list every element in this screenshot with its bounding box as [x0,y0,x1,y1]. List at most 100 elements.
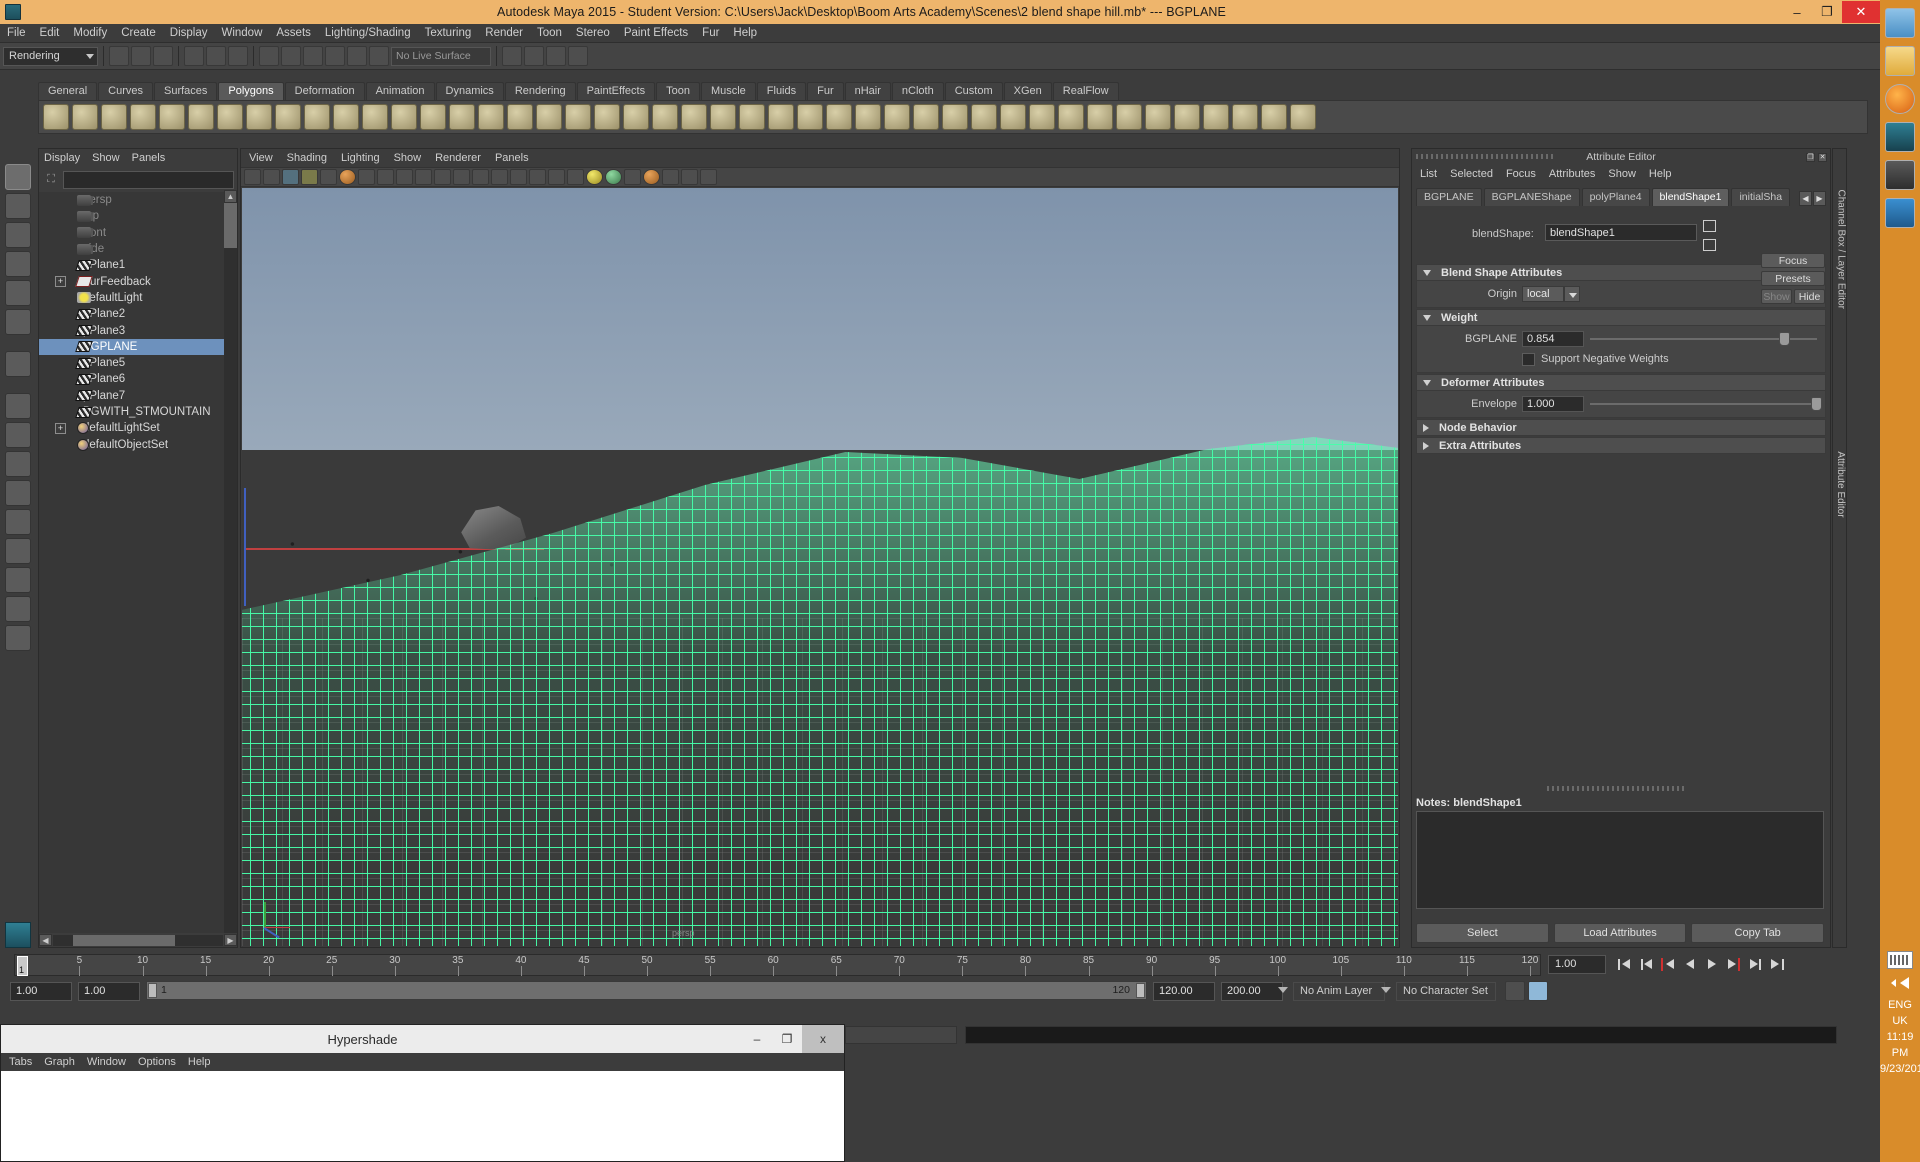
viewport-menu-lighting[interactable]: Lighting [341,152,380,164]
hypershade-maximize-button[interactable]: ❐ [772,1025,802,1053]
shelf-tab-polygons[interactable]: Polygons [218,82,284,100]
time-cursor[interactable]: 1 [17,956,28,976]
range-slider-bar[interactable]: 1 120 [146,981,1147,1000]
snap-to-grid-icon[interactable] [259,46,279,66]
section-header[interactable]: Node Behavior [1416,419,1826,436]
menu-item-help[interactable]: Help [726,25,764,41]
outliner-item-pplane5[interactable]: pPlane5 [39,355,237,371]
layout-four-view-icon[interactable] [5,422,31,448]
planar-mapping-icon[interactable] [1174,104,1200,130]
range-left-handle[interactable] [148,983,157,998]
select-camera-icon[interactable] [244,169,261,185]
combine-icon[interactable] [420,104,446,130]
outliner-search-input[interactable] [63,170,234,189]
command-input-field[interactable] [845,1026,957,1044]
gate-mask-icon[interactable] [396,169,413,185]
select-by-object-icon[interactable] [206,46,226,66]
polygon-pyramid-icon[interactable] [246,104,272,130]
split-polygon-icon[interactable] [710,104,736,130]
polygon-plane-icon[interactable] [159,104,185,130]
shelf-tab-fluids[interactable]: Fluids [756,82,807,100]
photoshop-icon[interactable] [1885,198,1915,228]
automatic-mapping-icon[interactable] [1261,104,1287,130]
hypershade-close-button[interactable]: x [802,1025,844,1053]
outliner-item-pplane3[interactable]: pPlane3 [39,322,237,338]
outliner-item-persp[interactable]: persp [39,192,237,208]
render-view-icon[interactable] [502,46,522,66]
scrollbar-thumb[interactable] [73,934,176,946]
attribute-editor-menu-show[interactable]: Show [1608,168,1636,180]
attribute-editor-dock-label[interactable]: Attribute Editor [1835,447,1846,522]
menu-item-paint-effects[interactable]: Paint Effects [617,25,695,41]
harden-edge-icon[interactable] [1116,104,1142,130]
viewport-menu-shading[interactable]: Shading [287,152,327,164]
save-scene-icon[interactable] [153,46,173,66]
scale-tool-icon[interactable] [5,309,31,335]
viewport-menu-view[interactable]: View [249,152,273,164]
outliner-menu-panels[interactable]: Panels [132,152,166,164]
slider-knob[interactable] [1779,332,1791,346]
menu-item-window[interactable]: Window [214,25,269,41]
triangle-down-icon[interactable] [1423,269,1431,276]
step-forward-key-icon[interactable] [1724,955,1744,974]
go-to-start-icon[interactable] [1614,955,1634,974]
menu-item-lighting-shading[interactable]: Lighting/Shading [318,25,418,41]
connect-components-icon[interactable] [855,104,881,130]
panel-close-icon[interactable]: ✕ [1818,152,1827,162]
spherical-mapping-icon[interactable] [1232,104,1258,130]
viewport-menu-show[interactable]: Show [394,152,422,164]
step-forward-frame-icon[interactable] [1746,955,1766,974]
attribute-editor-menu-focus[interactable]: Focus [1506,168,1536,180]
region-indicator[interactable]: UK [1880,1013,1920,1029]
scrollbar-track[interactable] [53,934,223,946]
key-lock-icon[interactable] [1505,981,1525,1001]
all-lights-icon[interactable] [605,169,622,185]
snap-to-point-icon[interactable] [303,46,323,66]
menu-item-stereo[interactable]: Stereo [569,25,617,41]
language-indicator[interactable]: ENG [1880,997,1920,1013]
shelf-tab-animation[interactable]: Animation [365,82,435,100]
open-scene-icon[interactable] [131,46,151,66]
shelf-tab-curves[interactable]: Curves [98,82,153,100]
polygon-cube-icon[interactable] [72,104,98,130]
range-start-field[interactable]: 1.00 [10,981,72,1001]
step-back-key-icon[interactable] [1658,955,1678,974]
maximize-button[interactable]: ❐ [1812,1,1842,23]
new-scene-icon[interactable] [109,46,129,66]
close-button[interactable]: ✕ [1842,1,1880,23]
anim-layer-chevron-icon[interactable] [1278,987,1288,993]
attribute-editor-menu-help[interactable]: Help [1649,168,1672,180]
transfer-attributes-icon[interactable] [1290,104,1316,130]
duplicate-face-icon[interactable] [826,104,852,130]
shelf-tab-ncloth[interactable]: nCloth [891,82,944,100]
speaker-icon[interactable] [1900,977,1909,989]
layout-hypershade-icon[interactable] [5,509,31,535]
menu-item-texturing[interactable]: Texturing [418,25,479,41]
polygon-cone-icon[interactable] [130,104,156,130]
select-by-component-icon[interactable] [228,46,248,66]
cut-faces-icon[interactable] [739,104,765,130]
aa-icon[interactable] [624,169,641,185]
viewport-menu-renderer[interactable]: Renderer [435,152,481,164]
shadows-icon[interactable] [567,169,584,185]
shelf-tab-dynamics[interactable]: Dynamics [435,82,504,100]
polygon-pipe-icon[interactable] [275,104,301,130]
menu-item-file[interactable]: File [0,25,33,41]
outliner-item-top[interactable]: top [39,208,237,224]
mirror-geometry-icon[interactable] [1029,104,1055,130]
menu-set-dropdown[interactable]: Rendering [3,46,98,66]
tab-scroll-left-icon[interactable]: ◀ [1799,191,1812,206]
smooth-shade-icon[interactable] [472,169,489,185]
polygon-platonic-icon[interactable] [362,104,388,130]
section-header[interactable]: Weight [1416,309,1826,326]
cylindrical-mapping-icon[interactable] [1203,104,1229,130]
playback-start-field[interactable]: 1.00 [78,981,140,1001]
viewport-3d-canvas[interactable]: persp [242,188,1398,946]
clock-time[interactable]: 11:19 PM [1880,1029,1920,1061]
outliner-item-front[interactable]: front [39,225,237,241]
viewport-menu-panels[interactable]: Panels [495,152,529,164]
outliner-item-furfeedback[interactable]: + FurFeedback [39,273,237,289]
triangulate-icon[interactable] [971,104,997,130]
outliner-item-bgwith_stmountain[interactable]: BGWITH_STMOUNTAIN [39,404,237,420]
xray-icon[interactable] [434,169,451,185]
